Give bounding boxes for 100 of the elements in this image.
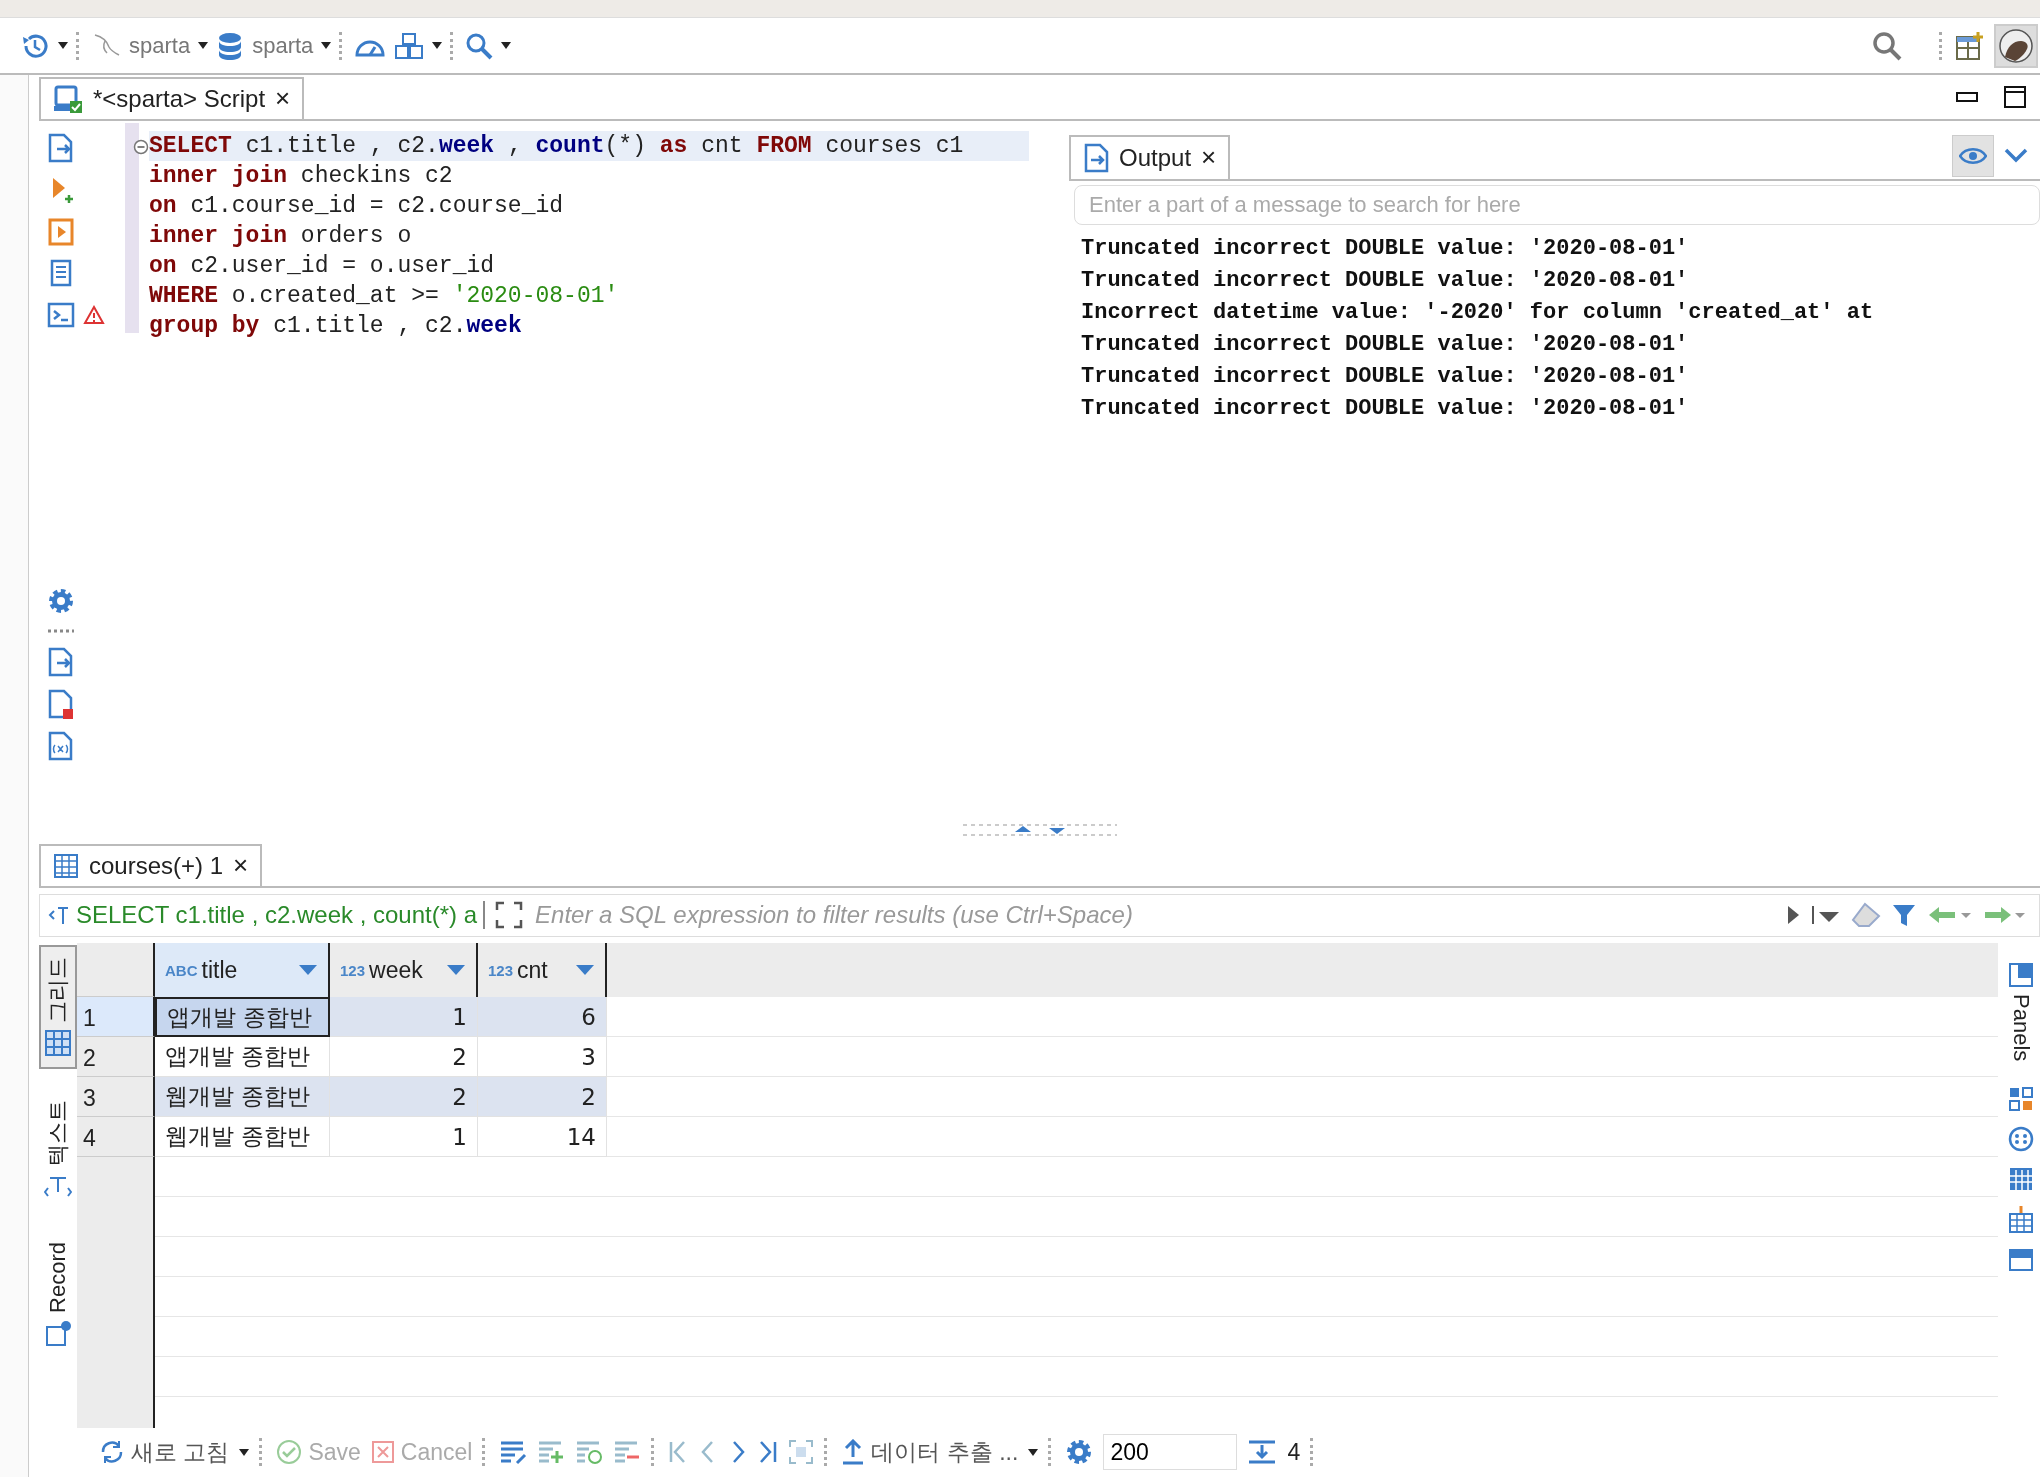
delete-row-icon[interactable] (613, 1439, 642, 1466)
output-icon (1083, 142, 1109, 173)
refresh-icon (99, 1439, 125, 1466)
dropdown-caret-icon[interactable] (239, 1448, 250, 1456)
column-name: week (369, 956, 423, 984)
search-field[interactable]: Enter a part of a message to search for here (1074, 184, 2040, 225)
export-button[interactable]: 데이터 추출 ... (841, 1436, 1019, 1468)
tab-title: courses(+) 1 (89, 851, 224, 880)
close-button[interactable]: × (233, 850, 249, 882)
collapse-icon[interactable] (133, 138, 149, 155)
database-name[interactable]: sparta (252, 32, 314, 59)
add-row-icon[interactable] (537, 1439, 566, 1466)
dropdown-caret-icon[interactable] (501, 42, 512, 49)
editor-tab[interactable]: *<sparta> Script × (39, 77, 305, 119)
terminal-icon[interactable] (47, 300, 75, 329)
execute-script-icon[interactable] (47, 132, 75, 163)
code-line: inner join checkins c2 (149, 161, 453, 191)
grid-icon (44, 1029, 72, 1058)
panels-tab[interactable]: Panels (2007, 951, 2035, 1073)
table-cell: 6 (478, 997, 607, 1038)
connection-name[interactable]: sparta (129, 32, 191, 59)
dropdown-caret-icon[interactable] (1028, 1448, 1039, 1456)
close-button[interactable]: × (275, 83, 291, 115)
view-tab[interactable]: 그리드 (39, 945, 77, 1070)
warning-icon (83, 304, 105, 325)
code-line: inner join orders o (149, 221, 412, 251)
dots-circle-icon[interactable] (2008, 1126, 2034, 1153)
log-line: Truncated incorrect DOUBLE value: '2020-08-01' (1081, 362, 1690, 391)
sort-caret-icon[interactable] (298, 964, 318, 977)
table-cell: 14 (478, 1117, 607, 1158)
fetch-size-field[interactable]: 200 (1103, 1434, 1238, 1471)
dropdown-caret-icon[interactable] (198, 42, 209, 49)
copy-row-icon[interactable] (575, 1439, 604, 1466)
dropdown-caret-icon[interactable] (321, 42, 332, 49)
edit-rows-icon[interactable] (499, 1439, 528, 1466)
expand-icon[interactable] (495, 901, 524, 930)
show-output-button[interactable] (1952, 134, 1994, 177)
log-line: Truncated incorrect DOUBLE value: '2020-08-01' (1081, 394, 1690, 423)
table-icon (53, 852, 79, 879)
sort-caret-icon[interactable] (575, 964, 595, 977)
chevron-down-icon[interactable] (2004, 146, 2028, 163)
filter-field[interactable]: Enter a SQL expression to filter results (use Ctrl+Space) (533, 900, 1775, 931)
tab-title: Output (1119, 143, 1192, 172)
query-label: SELECT c1.title , c2.week , count(*) a (76, 901, 478, 930)
dropdown-caret-icon[interactable] (432, 42, 443, 49)
log-line: Truncated incorrect DOUBLE value: '2020-08-01' (1081, 266, 1690, 295)
type-label: 123 (488, 961, 514, 979)
view-tab[interactable]: Record (39, 1231, 77, 1359)
export-icon[interactable] (47, 646, 75, 677)
row-number[interactable]: 1 (77, 997, 155, 1038)
check-circle-icon (276, 1439, 303, 1466)
settings-icon[interactable] (47, 586, 75, 615)
table-cell: 2 (478, 1077, 607, 1118)
script-icon (53, 83, 83, 114)
dropdown-caret-icon[interactable] (58, 42, 68, 49)
code-line: group by c1.title , c2.week (149, 311, 522, 341)
maximize-icon[interactable] (2004, 85, 2026, 108)
file-error-icon[interactable] (47, 688, 75, 719)
results-tab[interactable]: courses(+) 1 × (39, 844, 263, 886)
table-cell: 1 (330, 1117, 478, 1158)
table-cell: 웹개발 종합반 (155, 1117, 330, 1158)
table-insert-icon[interactable] (2008, 1206, 2034, 1235)
code-line: WHERE o.created_at >= '2020-08-01' (149, 281, 619, 311)
splitter-handle-icon[interactable] (962, 823, 1117, 838)
column-name: title (201, 956, 238, 984)
calendar-grid-icon[interactable] (2008, 1166, 2034, 1193)
log-line: Truncated incorrect DOUBLE value: '2020-08-01' (1081, 234, 1690, 263)
code-line: on c2.user_id = o.user_id (149, 251, 495, 281)
eraser-icon[interactable] (1851, 902, 1881, 929)
column-header[interactable]: ABC title (155, 943, 330, 998)
refresh-button[interactable]: 새로 고침 (99, 1436, 230, 1468)
filter-icon[interactable] (1891, 902, 1917, 929)
sort-caret-icon[interactable] (446, 964, 466, 977)
blocks-icon[interactable] (2008, 1086, 2034, 1113)
last-page-icon[interactable] (758, 1440, 779, 1465)
search-icon[interactable] (465, 31, 494, 60)
close-button[interactable]: × (1201, 142, 1217, 173)
variables-icon[interactable] (47, 730, 75, 761)
table-cell: 1 (330, 997, 478, 1038)
row-number[interactable]: 4 (77, 1117, 155, 1158)
row-count-icon[interactable] (1247, 1439, 1278, 1466)
search-icon[interactable] (1871, 29, 1903, 62)
view-tab[interactable]: 텍스트 (39, 1089, 77, 1212)
table-cell: 웹개발 종합반 (155, 1077, 330, 1118)
history-dropdown-icon[interactable] (1811, 904, 1841, 927)
run-script-icon[interactable] (47, 216, 75, 247)
row-number[interactable]: 3 (77, 1077, 155, 1118)
apply-filter-icon[interactable] (1785, 904, 1801, 927)
table-add-icon[interactable] (1954, 29, 1986, 62)
settings-icon[interactable] (1065, 1438, 1094, 1467)
log-line: Truncated incorrect DOUBLE value: '2020-08-01' (1081, 330, 1690, 359)
panels-icon (2008, 962, 2034, 989)
table-cell: 2 (330, 1077, 478, 1118)
output-tab[interactable]: Output × (1069, 134, 1231, 179)
row-count: 4 (1287, 1438, 1301, 1466)
perspective-button[interactable] (1994, 23, 2038, 68)
row-number[interactable]: 2 (77, 1037, 155, 1078)
boxes-icon[interactable] (394, 31, 425, 60)
minimize-icon[interactable] (1956, 89, 1978, 104)
back-arrow-icon[interactable] (1927, 905, 1971, 926)
